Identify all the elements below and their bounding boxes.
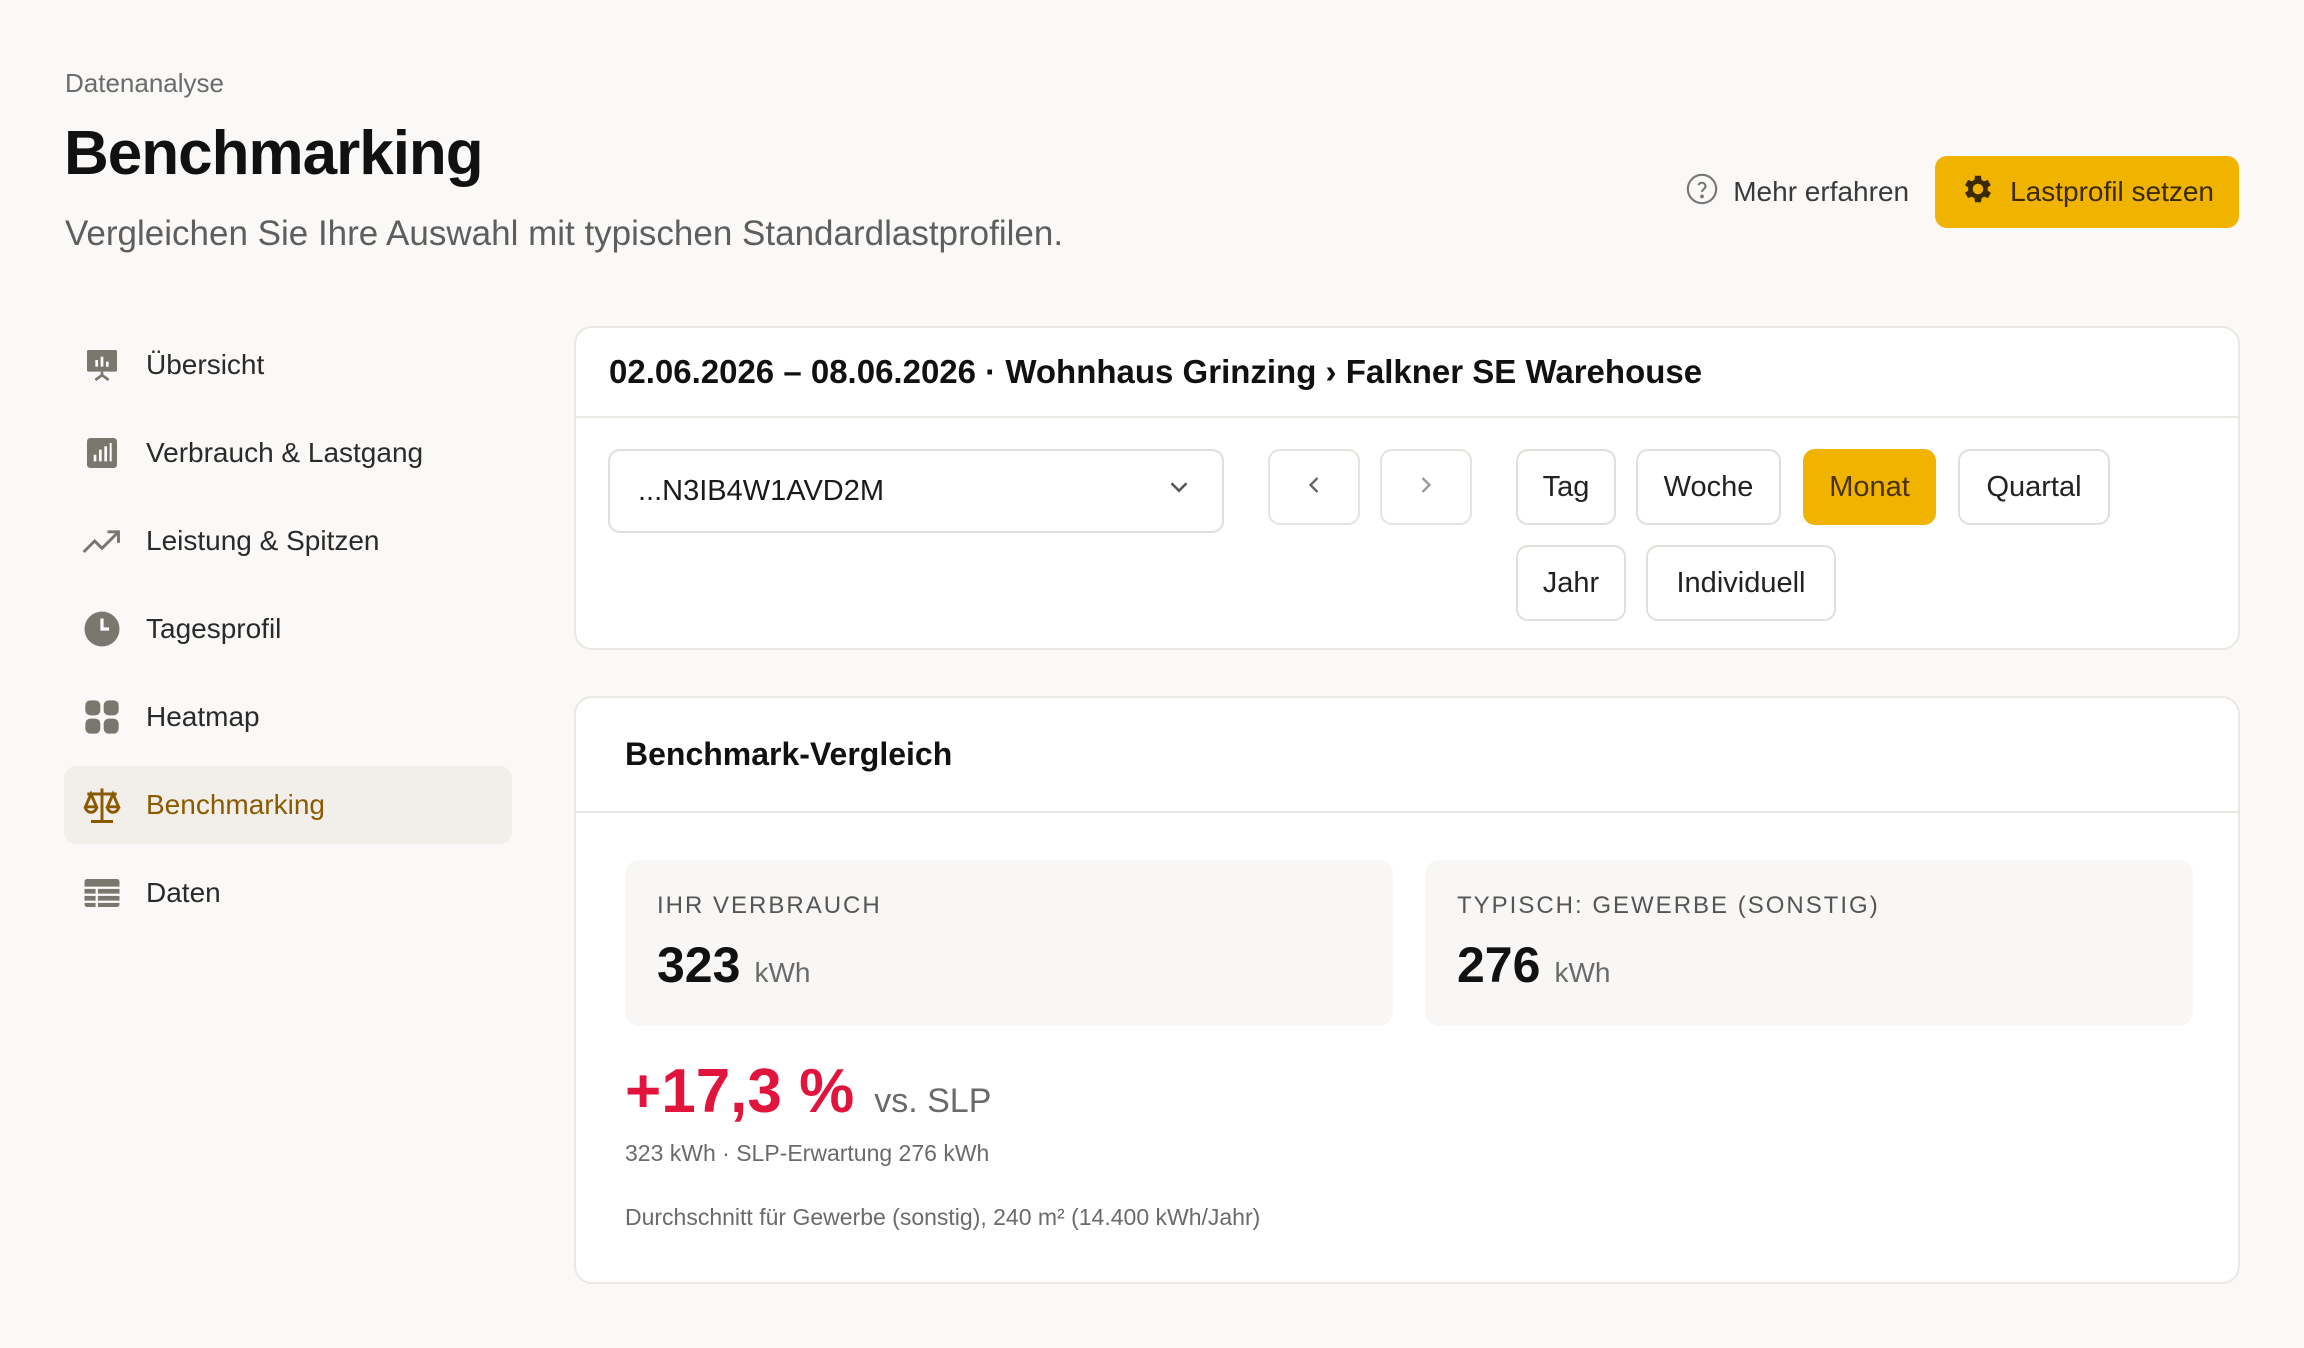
set-load-profile-button[interactable]: Lastprofil setzen — [1935, 156, 2239, 228]
typical-consumption-stat: TYPISCH: GEWERBE (SONSTIG) 276 kWh — [1425, 860, 2193, 1026]
scale-icon — [80, 783, 124, 827]
trend-up-icon — [80, 519, 124, 563]
benchmark-note: Durchschnitt für Gewerbe (sonstig), 240 … — [625, 1204, 1261, 1230]
delta-summary: +17,3 % vs. SLP — [625, 1056, 991, 1127]
sidebar-item-data[interactable]: Daten — [64, 854, 512, 932]
previous-period-button[interactable] — [1268, 449, 1360, 525]
sidebar-item-performance[interactable]: Leistung & Spitzen — [64, 502, 512, 580]
page-title: Benchmarking — [64, 119, 484, 188]
delta-percentage: +17,3 % — [625, 1057, 855, 1126]
sidebar-item-overview[interactable]: Übersicht — [64, 326, 512, 404]
chevron-down-icon — [1164, 472, 1194, 510]
period-week-button[interactable]: Woche — [1636, 449, 1781, 525]
filter-card: 02.06.2026 – 08.06.2026 · Wohnhaus Grinz… — [574, 326, 2240, 650]
learn-more-label: Mehr erfahren — [1733, 176, 1910, 207]
period-month-button[interactable]: Monat — [1803, 449, 1936, 525]
benchmark-card: Benchmark-Vergleich IHR VERBRAUCH 323 kW… — [574, 696, 2240, 1284]
grid-icon — [80, 695, 124, 739]
period-custom-button[interactable]: Individuell — [1646, 545, 1836, 621]
period-year-button[interactable]: Jahr — [1516, 545, 1626, 621]
stat-value: 276 — [1457, 937, 1541, 993]
benchmark-title: Benchmark-Vergleich — [576, 698, 2238, 813]
gear-icon — [1960, 171, 1996, 214]
learn-more-button[interactable]: Mehr erfahren — [1683, 157, 1911, 228]
next-period-button[interactable] — [1380, 449, 1472, 525]
bar-chart-icon — [80, 431, 124, 475]
sidebar-item-label: Übersicht — [146, 349, 265, 380]
sidebar-item-daily-profile[interactable]: Tagesprofil — [64, 590, 512, 668]
sidebar-item-heatmap[interactable]: Heatmap — [64, 678, 512, 756]
page-subtitle: Vergleichen Sie Ihre Auswahl mit typisch… — [65, 214, 1064, 253]
meter-select-value: ...N3IB4W1AVD2M — [638, 474, 885, 507]
selection-title: 02.06.2026 – 08.06.2026 · Wohnhaus Grinz… — [576, 328, 2238, 418]
meter-select[interactable]: ...N3IB4W1AVD2M — [608, 449, 1224, 533]
stat-unit: kWh — [1554, 957, 1611, 988]
sidebar-item-label: Verbrauch & Lastgang — [146, 437, 424, 468]
sidebar-item-label: Leistung & Spitzen — [146, 525, 380, 556]
clock-icon — [80, 607, 124, 651]
period-quarter-button[interactable]: Quartal — [1958, 449, 2110, 525]
sidebar: Übersicht Verbrauch & Lastgang Leistung … — [64, 326, 512, 942]
breadcrumb: Datenanalyse — [65, 68, 224, 98]
presentation-chart-icon — [80, 343, 124, 387]
sidebar-item-label: Tagesprofil — [146, 613, 282, 644]
chevron-left-icon — [1300, 471, 1328, 504]
delta-suffix: vs. SLP — [874, 1082, 992, 1120]
table-icon — [80, 871, 124, 915]
sidebar-item-consumption[interactable]: Verbrauch & Lastgang — [64, 414, 512, 492]
set-load-profile-label: Lastprofil setzen — [2010, 176, 2214, 207]
sidebar-item-benchmarking[interactable]: Benchmarking — [64, 766, 512, 844]
delta-detail: 323 kWh · SLP-Erwartung 276 kWh — [625, 1140, 990, 1166]
sidebar-item-label: Heatmap — [146, 701, 260, 732]
chevron-right-icon — [1412, 471, 1440, 504]
help-circle-icon — [1685, 172, 1719, 213]
your-consumption-stat: IHR VERBRAUCH 323 kWh — [625, 860, 1393, 1026]
stat-value: 323 — [657, 937, 741, 993]
sidebar-item-label: Daten — [146, 877, 221, 908]
sidebar-item-label: Benchmarking — [146, 789, 325, 820]
stat-unit: kWh — [754, 957, 811, 988]
period-day-button[interactable]: Tag — [1516, 449, 1616, 525]
header-actions: Mehr erfahren Lastprofil setzen — [1683, 156, 2239, 228]
stat-label: IHR VERBRAUCH — [657, 892, 882, 919]
stat-label: TYPISCH: GEWERBE (SONSTIG) — [1457, 892, 1880, 919]
